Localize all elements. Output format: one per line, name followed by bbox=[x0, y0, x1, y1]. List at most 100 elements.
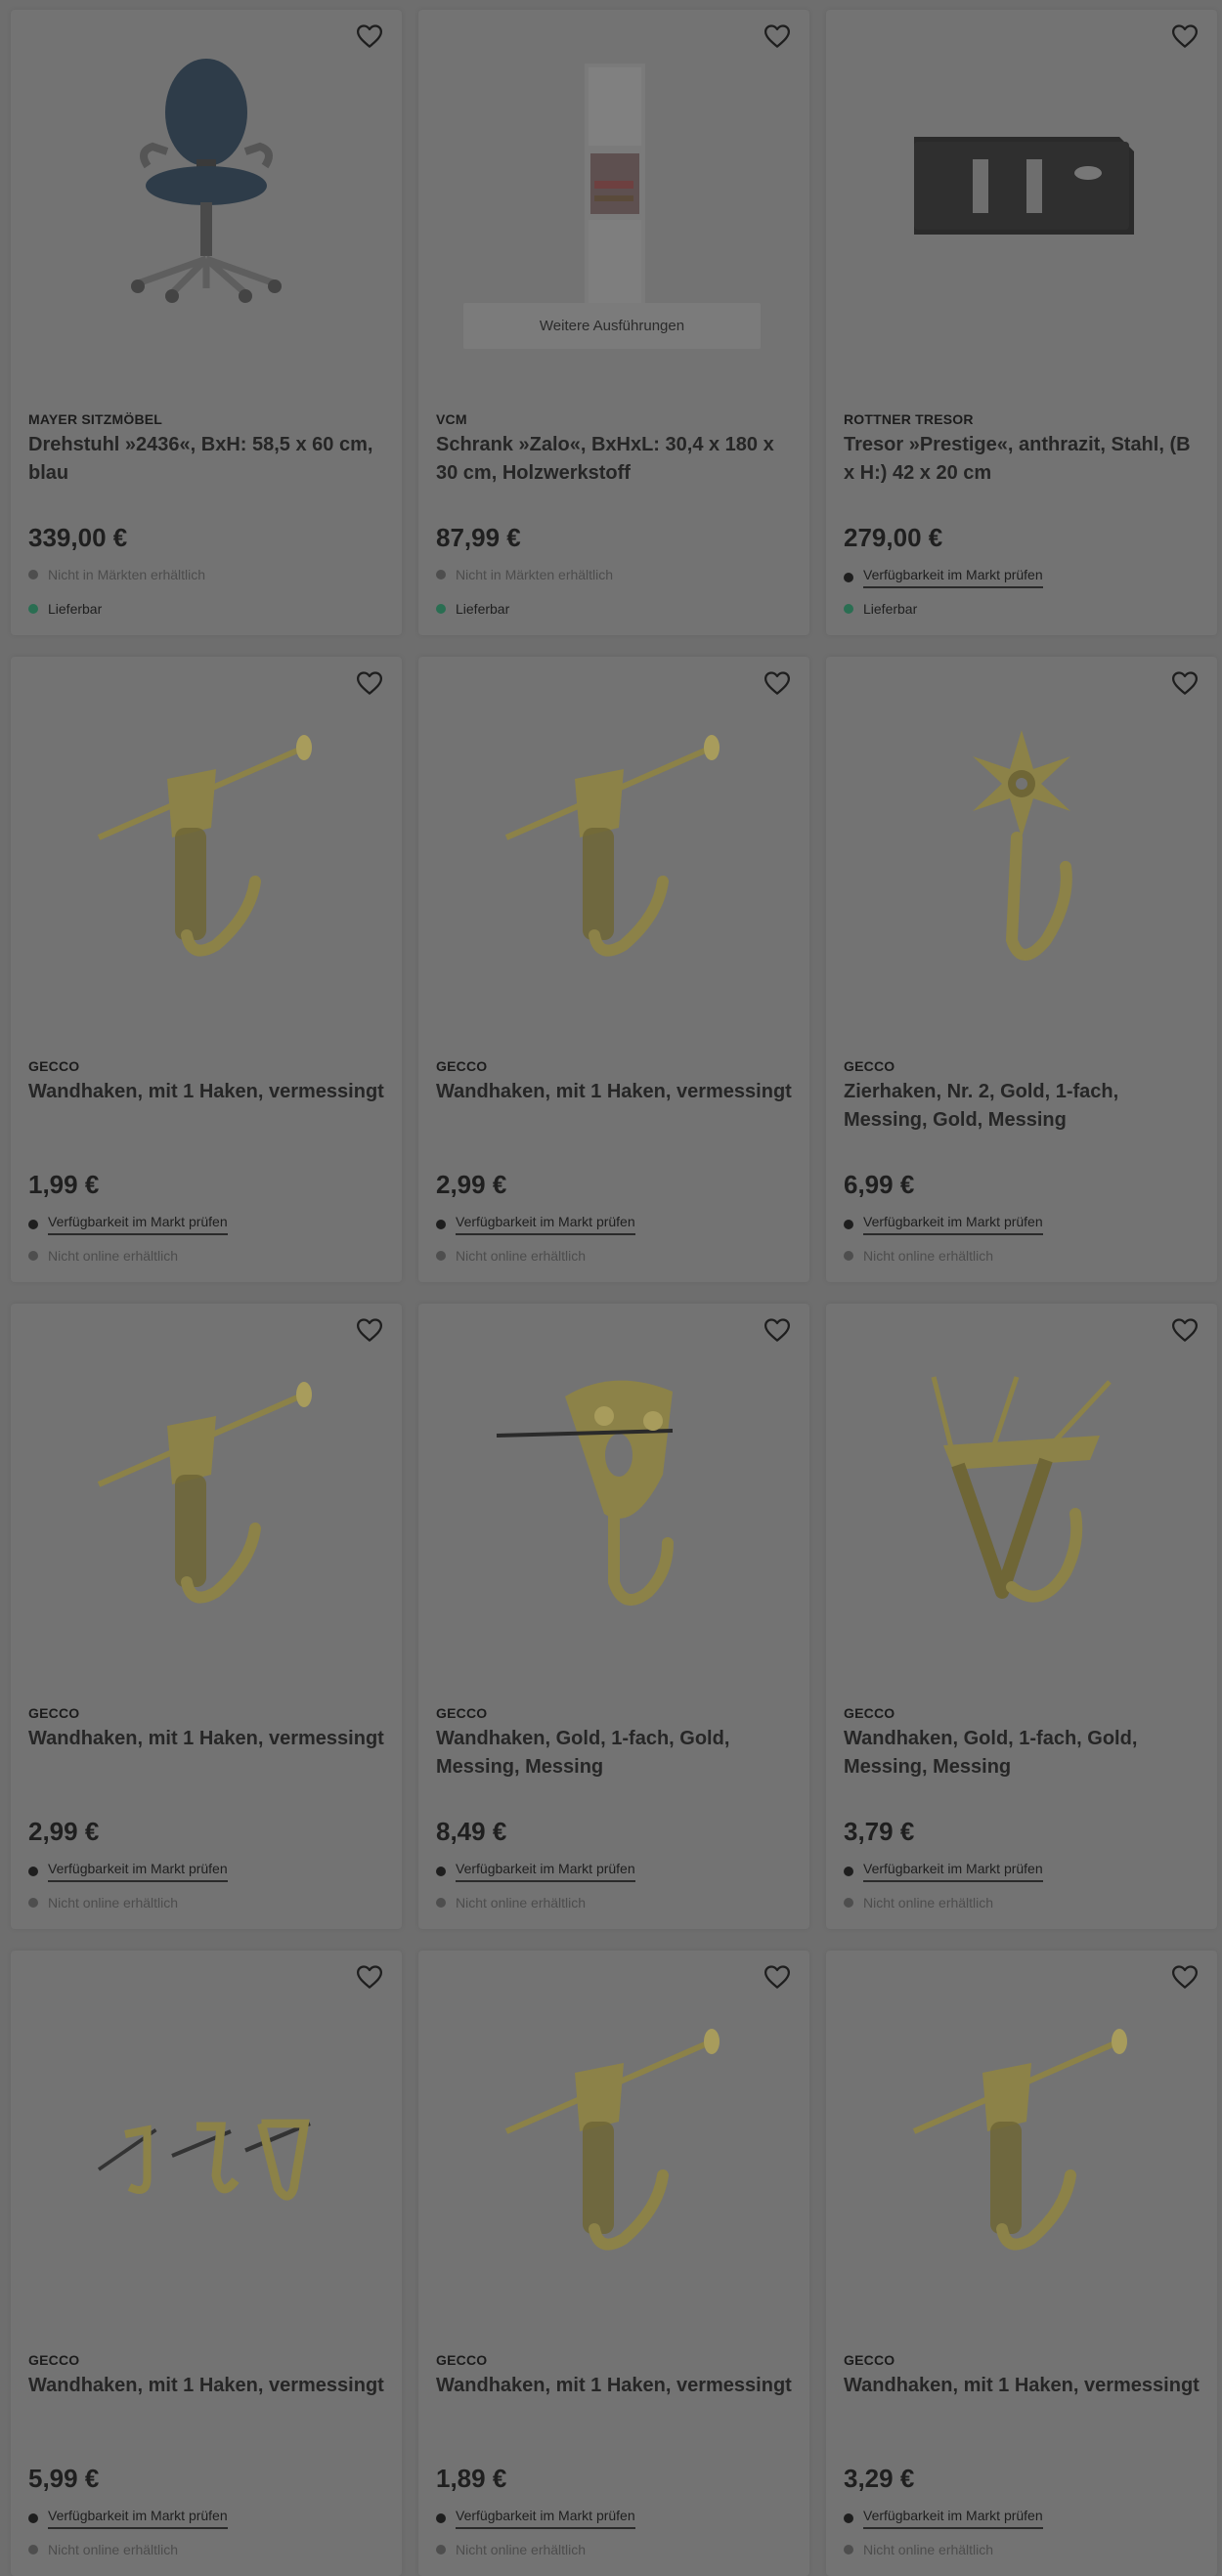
product-card[interactable]: ROTTNER TRESOR Tresor »Prestige«, anthraz… bbox=[826, 10, 1217, 635]
heart-icon[interactable] bbox=[1168, 20, 1201, 53]
product-name[interactable]: Drehstuhl »2436«, BxH: 58,5 x 60 cm, bla… bbox=[28, 431, 384, 488]
product-name[interactable]: Wandhaken, mit 1 Haken, vermessingt bbox=[436, 1078, 792, 1106]
heart-icon[interactable] bbox=[1168, 1313, 1201, 1347]
availability-store[interactable]: Verfügbarkeit im Markt prüfen bbox=[436, 2508, 635, 2529]
product-card[interactable]: GECCO Wandhaken, mit 1 Haken, vermessingt… bbox=[826, 1951, 1217, 2576]
status-dot-icon bbox=[436, 1898, 446, 1908]
heart-icon[interactable] bbox=[1168, 1960, 1201, 1994]
availability-store-text[interactable]: Verfügbarkeit im Markt prüfen bbox=[456, 1861, 635, 1882]
availability-store[interactable]: Verfügbarkeit im Markt prüfen bbox=[436, 1861, 635, 1882]
wall-hook-image[interactable] bbox=[826, 1951, 1217, 2312]
availability-online-text: Nicht online erhältlich bbox=[456, 2542, 587, 2557]
hook-set-image[interactable] bbox=[11, 1951, 402, 2312]
availability-store-text[interactable]: Verfügbarkeit im Markt prüfen bbox=[863, 567, 1043, 588]
availability-store[interactable]: Verfügbarkeit im Markt prüfen bbox=[28, 1214, 228, 1235]
product-card[interactable]: GECCO Wandhaken, mit 1 Haken, vermessingt… bbox=[11, 657, 402, 1282]
availability-online: Nicht online erhältlich bbox=[28, 1248, 178, 1264]
product-card[interactable]: GECCO Wandhaken, mit 1 Haken, vermessingt… bbox=[11, 1951, 402, 2576]
availability-store[interactable]: Verfügbarkeit im Markt prüfen bbox=[844, 1214, 1043, 1235]
heart-icon[interactable] bbox=[761, 1960, 794, 1994]
availability-online: Nicht online erhältlich bbox=[844, 1248, 993, 1264]
availability-online: Lieferbar bbox=[28, 601, 102, 617]
availability-store-text[interactable]: Verfügbarkeit im Markt prüfen bbox=[456, 1214, 635, 1235]
product-price: 339,00 € bbox=[28, 523, 128, 552]
status-dot-icon bbox=[28, 1220, 38, 1229]
status-dot-icon bbox=[844, 1251, 853, 1261]
product-card[interactable]: GECCO Wandhaken, mit 1 Haken, vermessingt… bbox=[418, 657, 809, 1282]
heart-icon[interactable] bbox=[761, 1313, 794, 1347]
availability-online: Nicht online erhältlich bbox=[844, 2542, 993, 2557]
status-dot-icon bbox=[844, 2513, 853, 2523]
product-brand: GECCO bbox=[844, 2352, 895, 2368]
availability-store-text[interactable]: Verfügbarkeit im Markt prüfen bbox=[863, 1214, 1043, 1235]
heart-icon[interactable] bbox=[353, 20, 386, 53]
heart-icon[interactable] bbox=[353, 666, 386, 700]
status-dot-icon bbox=[436, 1220, 446, 1229]
product-name[interactable]: Schrank »Zalo«, BxHxL: 30,4 x 180 x 30 c… bbox=[436, 431, 792, 488]
product-card[interactable]: GECCO Zierhaken, Nr. 2, Gold, 1-fach, Mes… bbox=[826, 657, 1217, 1282]
availability-store[interactable]: Verfügbarkeit im Markt prüfen bbox=[436, 1214, 635, 1235]
availability-online-text: Nicht online erhältlich bbox=[48, 1895, 179, 1911]
wall-hook-image[interactable] bbox=[11, 1304, 402, 1665]
availability-store-text: Nicht in Märkten erhältlich bbox=[456, 567, 614, 582]
heart-icon[interactable] bbox=[1168, 666, 1201, 700]
product-name[interactable]: Wandhaken, Gold, 1-fach, Gold, Messing, … bbox=[436, 1725, 792, 1782]
product-name[interactable]: Wandhaken, mit 1 Haken, vermessingt bbox=[28, 1078, 384, 1106]
status-dot-icon bbox=[844, 573, 853, 582]
wall-hook-image[interactable] bbox=[11, 657, 402, 1018]
product-name[interactable]: Wandhaken, mit 1 Haken, vermessingt bbox=[436, 2372, 792, 2400]
product-brand: GECCO bbox=[28, 1705, 80, 1721]
status-dot-icon bbox=[28, 570, 38, 580]
availability-online-text: Nicht online erhältlich bbox=[48, 1248, 179, 1264]
product-price: 279,00 € bbox=[844, 523, 943, 552]
availability-store[interactable]: Verfügbarkeit im Markt prüfen bbox=[844, 2508, 1043, 2529]
availability-online: Lieferbar bbox=[844, 601, 917, 617]
heart-icon[interactable] bbox=[353, 1960, 386, 1994]
availability-store[interactable]: Verfügbarkeit im Markt prüfen bbox=[844, 1861, 1043, 1882]
product-card[interactable]: GECCO Wandhaken, Gold, 1-fach, Gold, Mess… bbox=[826, 1304, 1217, 1929]
heart-icon[interactable] bbox=[353, 1313, 386, 1347]
availability-store[interactable]: Verfügbarkeit im Markt prüfen bbox=[28, 1861, 228, 1882]
status-dot-icon bbox=[436, 1251, 446, 1261]
more-variants-button[interactable]: Weitere Ausführungen bbox=[463, 303, 761, 349]
status-dot-icon bbox=[436, 1867, 446, 1876]
product-card[interactable]: MAYER SITZMÖBEL Drehstuhl »2436«, BxH: 58… bbox=[11, 10, 402, 635]
availability-store-text[interactable]: Verfügbarkeit im Markt prüfen bbox=[48, 1861, 228, 1882]
availability-store: Nicht in Märkten erhältlich bbox=[28, 567, 205, 582]
status-dot-icon bbox=[844, 1220, 853, 1229]
availability-store[interactable]: Verfügbarkeit im Markt prüfen bbox=[844, 567, 1043, 588]
decorative-hook-image[interactable] bbox=[826, 657, 1217, 1018]
triple-nail-hook-image[interactable] bbox=[826, 1304, 1217, 1665]
product-name[interactable]: Zierhaken, Nr. 2, Gold, 1-fach, Messing,… bbox=[844, 1078, 1200, 1135]
plate-hook-image[interactable] bbox=[418, 1304, 809, 1665]
status-dot-icon bbox=[28, 1867, 38, 1876]
availability-online: Nicht online erhältlich bbox=[436, 2542, 586, 2557]
product-price: 3,29 € bbox=[844, 2464, 915, 2493]
availability-store-text[interactable]: Verfügbarkeit im Markt prüfen bbox=[48, 1214, 228, 1235]
availability-store-text[interactable]: Verfügbarkeit im Markt prüfen bbox=[456, 2508, 635, 2529]
availability-store-text[interactable]: Verfügbarkeit im Markt prüfen bbox=[863, 2508, 1043, 2529]
wall-hook-image[interactable] bbox=[418, 1951, 809, 2312]
status-dot-icon bbox=[436, 2545, 446, 2555]
product-card[interactable]: Weitere Ausführungen VCM Schrank »Zalo«, B… bbox=[418, 10, 809, 635]
availability-store-text[interactable]: Verfügbarkeit im Markt prüfen bbox=[863, 1861, 1043, 1882]
product-name[interactable]: Wandhaken, mit 1 Haken, vermessingt bbox=[844, 2372, 1200, 2400]
product-card[interactable]: GECCO Wandhaken, Gold, 1-fach, Gold, Mess… bbox=[418, 1304, 809, 1929]
product-name[interactable]: Wandhaken, Gold, 1-fach, Gold, Messing, … bbox=[844, 1725, 1200, 1782]
availability-store-text[interactable]: Verfügbarkeit im Markt prüfen bbox=[48, 2508, 228, 2529]
availability-online-text: Lieferbar bbox=[863, 601, 918, 617]
availability-store[interactable]: Verfügbarkeit im Markt prüfen bbox=[28, 2508, 228, 2529]
product-brand: GECCO bbox=[844, 1058, 895, 1074]
product-name[interactable]: Tresor »Prestige«, anthrazit, Stahl, (B … bbox=[844, 431, 1200, 488]
status-dot-icon bbox=[844, 1898, 853, 1908]
product-price: 8,49 € bbox=[436, 1817, 507, 1846]
product-card[interactable]: GECCO Wandhaken, mit 1 Haken, vermessingt… bbox=[11, 1304, 402, 1929]
product-name[interactable]: Wandhaken, mit 1 Haken, vermessingt bbox=[28, 2372, 384, 2400]
heart-icon[interactable] bbox=[761, 20, 794, 53]
office-chair-image[interactable] bbox=[11, 10, 402, 371]
heart-icon[interactable] bbox=[761, 666, 794, 700]
wall-hook-image[interactable] bbox=[418, 657, 809, 1018]
product-card[interactable]: GECCO Wandhaken, mit 1 Haken, vermessingt… bbox=[418, 1951, 809, 2576]
product-name[interactable]: Wandhaken, mit 1 Haken, vermessingt bbox=[28, 1725, 384, 1753]
safe-image[interactable] bbox=[826, 10, 1217, 371]
